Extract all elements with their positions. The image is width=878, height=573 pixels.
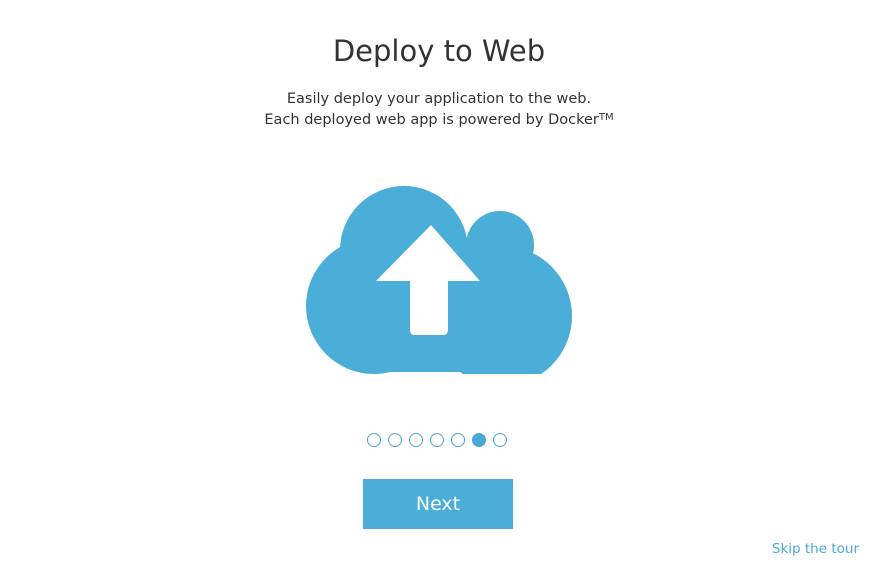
- description-line-1: Easily deploy your application to the we…: [286, 91, 592, 107]
- next-button[interactable]: Next: [363, 479, 513, 529]
- pagination-dot-3[interactable]: [409, 433, 423, 447]
- description: Easily deploy your application to the we…: [0, 89, 878, 131]
- skip-tour-link[interactable]: Skip the tour: [772, 541, 859, 557]
- trademark-mark: TM: [598, 112, 614, 123]
- pagination-dot-1[interactable]: [367, 433, 381, 447]
- pagination-dots: [0, 433, 878, 449]
- description-line-2: Each deployed web app is powered by Dock…: [0, 110, 878, 131]
- pagination-dot-7[interactable]: [493, 433, 507, 447]
- cloud-upload-icon: [306, 186, 572, 374]
- description-line-2-text: Each deployed web app is powered by Dock…: [264, 112, 599, 128]
- page-title: Deploy to Web: [332, 34, 546, 68]
- pagination-dot-4[interactable]: [430, 433, 444, 447]
- pagination-dot-6[interactable]: [472, 433, 486, 447]
- tour-step: Deploy to Web Easily deploy your applica…: [0, 0, 878, 573]
- pagination-dot-5[interactable]: [451, 433, 465, 447]
- pagination-dot-2[interactable]: [388, 433, 402, 447]
